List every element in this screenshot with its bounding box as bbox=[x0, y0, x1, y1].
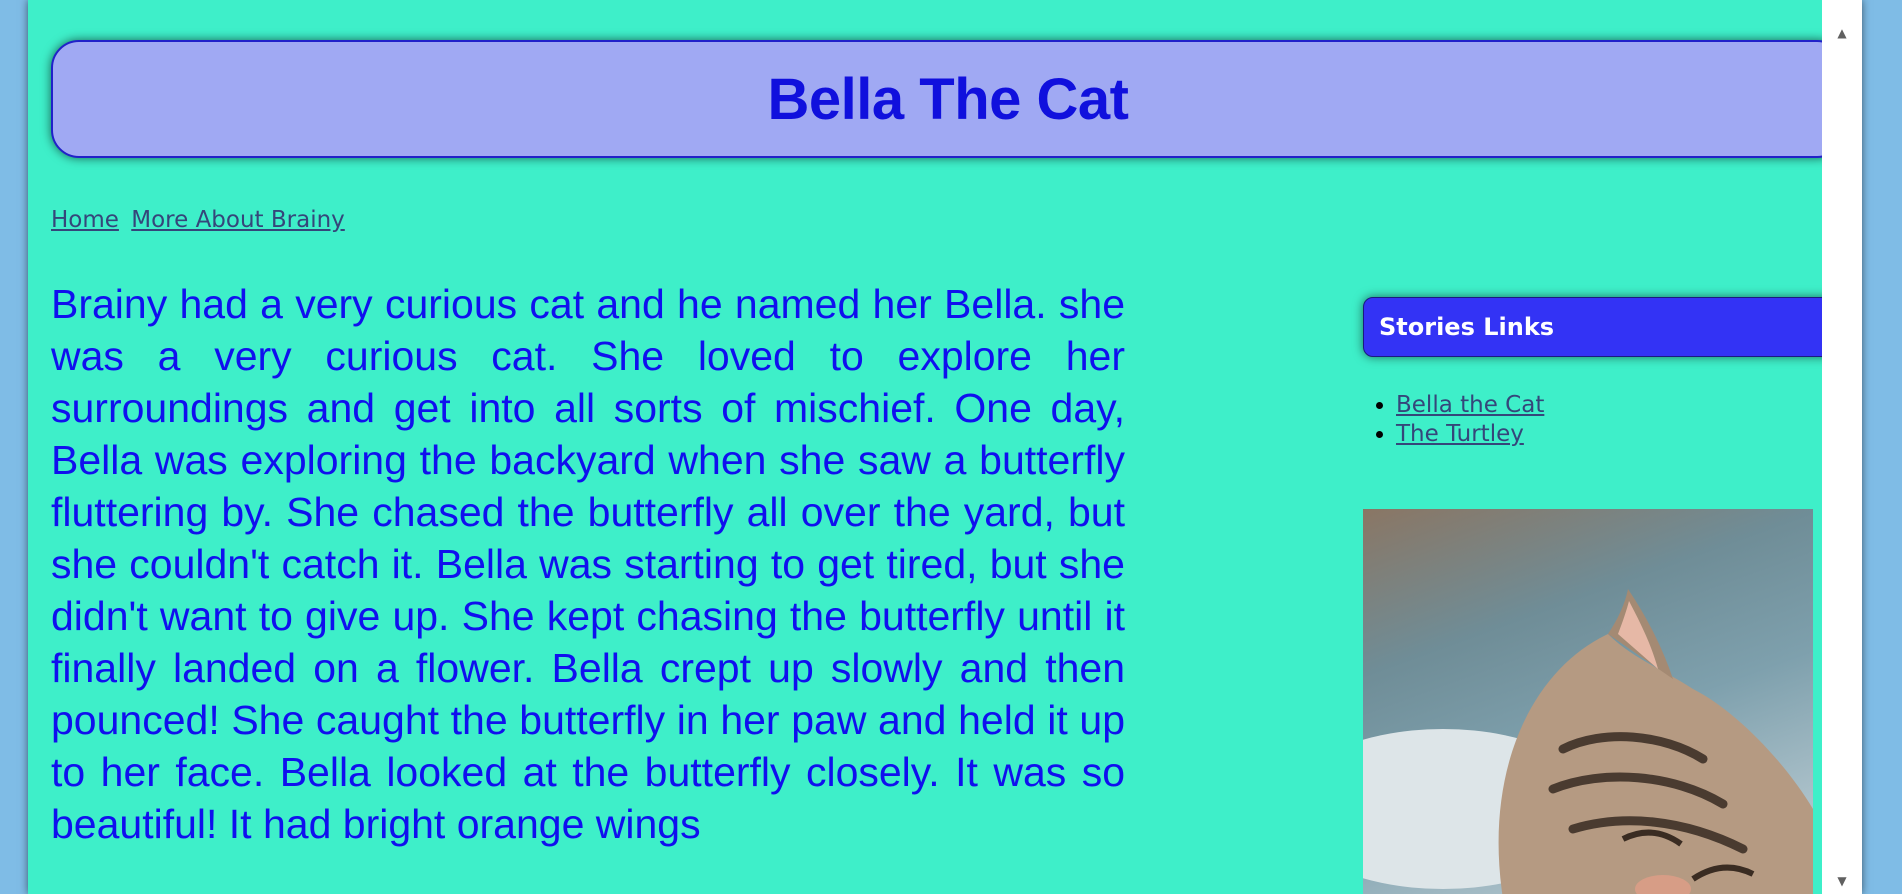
page-container: Bella The Cat Home More About Brainy Bra… bbox=[28, 0, 1862, 894]
list-item: Bella the Cat bbox=[1396, 391, 1544, 420]
top-nav: Home More About Brainy bbox=[51, 207, 350, 233]
kitten-photo bbox=[1283, 509, 1813, 894]
page-title: Bella The Cat bbox=[767, 66, 1129, 132]
list-item: The Turtley bbox=[1396, 420, 1544, 449]
nav-link-home[interactable]: Home bbox=[51, 207, 119, 233]
stories-links-heading: Stories Links bbox=[1363, 297, 1839, 357]
kitten-image bbox=[1283, 589, 1813, 894]
stories-links-list: Bella the Cat The Turtley bbox=[1363, 391, 1544, 449]
story-link-bella-the-cat[interactable]: Bella the Cat bbox=[1396, 392, 1544, 418]
nav-link-more-about-brainy[interactable]: More About Brainy bbox=[131, 207, 345, 233]
scroll-down-arrow-icon[interactable]: ▼ bbox=[1837, 874, 1846, 888]
scroll-up-arrow-icon[interactable]: ▲ bbox=[1837, 26, 1846, 40]
header-banner: Bella The Cat bbox=[51, 40, 1845, 158]
story-link-the-turtley[interactable]: The Turtley bbox=[1396, 421, 1524, 447]
story-text: Brainy had a very curious cat and he nam… bbox=[51, 281, 1125, 847]
page-scrollbar[interactable]: ▲ ▼ bbox=[1822, 0, 1862, 894]
